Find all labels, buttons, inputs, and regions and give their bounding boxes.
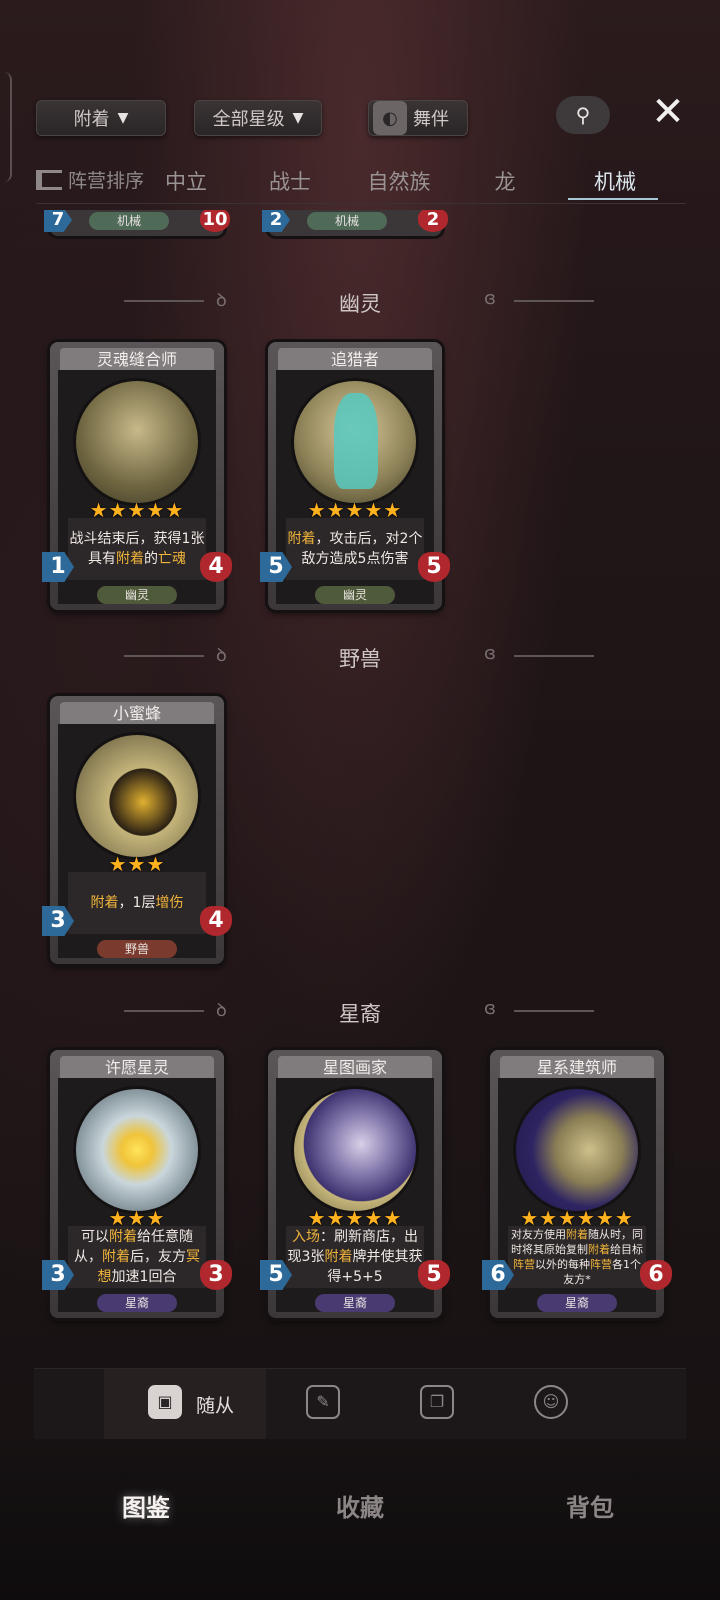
tab-neutral[interactable]: 中立 <box>160 166 212 196</box>
search-icon: ⚲ <box>575 103 591 127</box>
card-name: 许愿星灵 <box>60 1056 214 1080</box>
chevron-down-icon: ▼ <box>117 110 129 126</box>
chevron-down-icon: ▼ <box>292 110 304 126</box>
filter-bar: 附着 ▼ 全部星级 ▼ ◐ 舞伴 <box>0 92 720 142</box>
sort-label: 阵营排序 <box>68 170 145 192</box>
minion-card[interactable]: 许愿星灵 ★★★ 可以附着给任意随从，附着后，友方冥想加速1回合 星裔 3 3 <box>42 1050 232 1318</box>
card-portrait <box>513 1086 641 1214</box>
active-tab-indicator <box>568 198 658 200</box>
nav-collection[interactable]: 收藏 <box>290 1488 430 1523</box>
tribe-label: 机械 <box>89 212 169 230</box>
card-type-tabs: ▣ 随从 ✎ ❐ ☺ <box>34 1368 686 1439</box>
star-filter-label: 全部星级 <box>212 109 285 130</box>
card-description: 入场：刷新商店，出现3张附着牌并使其获得+5+5 <box>286 1226 424 1288</box>
close-button[interactable]: ✕ <box>646 90 690 134</box>
attack-value: 7 <box>44 210 72 232</box>
dance-partner-toggle[interactable]: ◐ 舞伴 <box>368 100 468 136</box>
tab-divider <box>36 203 686 204</box>
tab-minion[interactable]: ▣ 随从 <box>104 1369 266 1439</box>
tribe-label: 幽灵 <box>97 586 177 604</box>
swirl-icon: ɞ <box>484 288 496 309</box>
card-name: 星图画家 <box>278 1056 432 1080</box>
card-name: 小蜜蜂 <box>60 702 214 726</box>
tribe-label: 星裔 <box>97 1294 177 1312</box>
health-value: 5 <box>418 1260 450 1290</box>
tribe-label: 星裔 <box>537 1294 617 1312</box>
tribe-label: 野兽 <box>97 940 177 958</box>
card-name: 星系建筑师 <box>500 1056 654 1080</box>
tab-dragon[interactable]: 龙 <box>480 166 530 196</box>
close-icon: ✕ <box>651 89 685 135</box>
card-description: 可以附着给任意随从，附着后，友方冥想加速1回合 <box>68 1226 206 1288</box>
card-name: 追猎者 <box>278 348 432 372</box>
attach-filter-label: 附着 <box>73 109 110 130</box>
tab-mech[interactable]: 机械 <box>570 166 660 196</box>
card-stub[interactable]: 2 机械 2 <box>262 210 448 236</box>
card-collection-list[interactable]: 7 机械 10 2 机械 2 ꝺ 幽灵 ɞ 灵魂缝合师 ★★★★★ 战斗结束后，… <box>0 210 720 1370</box>
search-button[interactable]: ⚲ <box>556 96 610 134</box>
card-portrait <box>73 732 201 860</box>
sort-icon <box>36 169 62 190</box>
minion-card[interactable]: 小蜜蜂 ★★★ 附着，1层增伤 野兽 3 4 <box>42 696 232 964</box>
star-filter-dropdown[interactable]: 全部星级 ▼ <box>194 100 322 136</box>
tribe-label: 机械 <box>307 212 387 230</box>
spell-icon[interactable]: ✎ <box>306 1385 340 1419</box>
card-description: 战斗结束后，获得1张具有附着的亡魂 <box>68 518 206 580</box>
tribe-label: 星裔 <box>315 1294 395 1312</box>
card-name: 灵魂缝合师 <box>60 348 214 372</box>
card-portrait <box>291 1086 419 1214</box>
dance-partner-label: 舞伴 <box>413 109 449 130</box>
health-value: 4 <box>200 906 232 936</box>
minion-icon: ▣ <box>148 1385 182 1419</box>
card-description: 附着，1层增伤 <box>68 872 206 934</box>
section-divider <box>514 655 594 657</box>
card-description: 附着，攻击后，对2个敌方造成5点伤害 <box>286 518 424 580</box>
hero-icon[interactable]: ☺ <box>534 1385 568 1419</box>
minion-card[interactable]: 追猎者 ★★★★★ 附着，攻击后，对2个敌方造成5点伤害 幽灵 5 5 <box>260 342 450 610</box>
minion-card[interactable]: 灵魂缝合师 ★★★★★ 战斗结束后，获得1张具有附着的亡魂 幽灵 1 4 <box>42 342 232 610</box>
card-description: 对友方使用附着随从时，同时将其原始复制附着给目标阵营以外的每种阵营各1个友方* <box>508 1226 646 1288</box>
bottom-nav: 图鉴 收藏 背包 <box>0 1440 720 1600</box>
swirl-icon: ɞ <box>484 643 496 664</box>
tribe-sort-button[interactable]: 阵营排序 <box>36 166 144 193</box>
section-title-beast: 野兽 <box>339 647 381 671</box>
health-value: 3 <box>200 1260 232 1290</box>
swirl-icon: ɞ <box>484 998 496 1019</box>
minion-card[interactable]: 星系建筑师 ★★★★★★ 对友方使用附着随从时，同时将其原始复制附着给目标阵营以… <box>482 1050 672 1318</box>
mask-icon: ◐ <box>373 101 407 135</box>
card-portrait <box>73 378 201 506</box>
nav-compendium[interactable]: 图鉴 <box>76 1488 216 1523</box>
health-value: 4 <box>200 552 232 582</box>
nav-backpack[interactable]: 背包 <box>520 1488 660 1523</box>
health-value: 10 <box>200 210 230 232</box>
health-value: 5 <box>418 552 450 582</box>
section-divider <box>514 300 594 302</box>
attack-value: 2 <box>262 210 290 232</box>
minion-card[interactable]: 星图画家 ★★★★★ 入场：刷新商店，出现3张附着牌并使其获得+5+5 星裔 5… <box>260 1050 450 1318</box>
card-portrait <box>291 378 419 506</box>
tab-minion-label: 随从 <box>196 1395 235 1417</box>
health-value: 2 <box>418 210 448 232</box>
tab-nature[interactable]: 自然族 <box>354 166 444 196</box>
health-value: 6 <box>640 1260 672 1290</box>
section-divider <box>514 1010 594 1012</box>
card-stub[interactable]: 7 机械 10 <box>44 210 230 236</box>
attach-filter-dropdown[interactable]: 附着 ▼ <box>36 100 166 136</box>
tribe-label: 幽灵 <box>315 586 395 604</box>
equipment-icon[interactable]: ❐ <box>420 1385 454 1419</box>
section-title-star: 星裔 <box>339 1002 381 1026</box>
card-portrait <box>73 1086 201 1214</box>
section-title-ghost: 幽灵 <box>339 292 381 316</box>
tab-warrior[interactable]: 战士 <box>250 166 330 196</box>
